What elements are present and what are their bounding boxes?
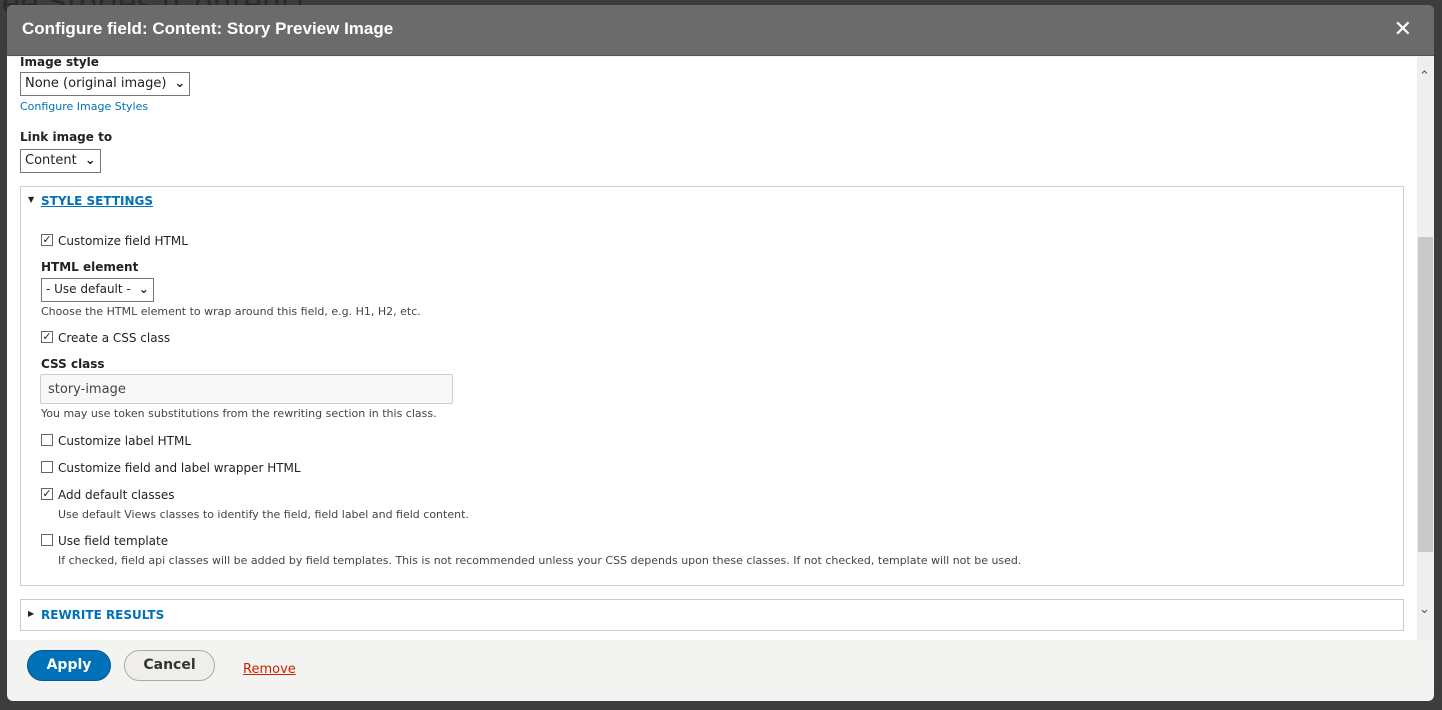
add-default-classes-description: Use default Views classes to identify th… [58,508,469,521]
html-element-value: - Use default - [46,282,131,296]
link-image-to-label: Link image to [20,130,113,144]
rewrite-results-summary[interactable]: REWRITE RESULTS [41,608,164,622]
css-class-description: You may use token substitutions from the… [41,407,437,420]
dialog-header: Configure field: Content: Story Preview … [7,5,1434,56]
html-element-select[interactable]: - Use default - ⌄ [41,278,154,302]
style-settings-summary[interactable]: STYLE SETTINGS [41,194,153,208]
remove-link[interactable]: Remove [243,662,296,677]
html-element-description: Choose the HTML element to wrap around t… [41,305,421,318]
configure-image-styles-link[interactable]: Configure Image Styles [20,100,148,113]
image-style-select[interactable]: None (original image) ⌄ [20,72,191,96]
use-field-template-checkbox[interactable] [41,534,53,546]
customize-label-html-checkbox[interactable] [41,434,53,446]
css-class-label: CSS class [41,357,105,371]
customize-field-html-label: Customize field HTML [58,234,188,248]
image-style-value: None (original image) [25,76,167,91]
image-style-label: Image style [20,57,99,69]
chevron-down-icon: ⌄ [174,76,186,91]
triangle-right-icon[interactable]: ▶ [28,609,34,618]
scroll-up-icon[interactable]: ⌃ [1419,69,1430,84]
add-default-classes-label: Add default classes [58,488,175,502]
link-image-to-select[interactable]: Content ⌄ [20,149,101,173]
dialog-title: Configure field: Content: Story Preview … [22,19,394,38]
cancel-button[interactable]: Cancel [124,650,215,681]
rewrite-results-fieldset: ▶ REWRITE RESULTS [20,599,1404,631]
link-image-to-value: Content [25,153,77,168]
add-default-classes-checkbox[interactable]: ✓ [41,488,53,500]
chevron-down-icon: ⌄ [138,282,149,296]
scroll-down-icon[interactable]: ⌄ [1419,602,1430,617]
configure-field-dialog: Configure field: Content: Story Preview … [7,5,1434,701]
customize-label-html-label: Customize label HTML [58,434,192,448]
scrollbar[interactable]: ⌃ ⌄ [1417,57,1434,640]
triangle-down-icon[interactable]: ▼ [28,195,34,204]
create-css-class-checkbox[interactable]: ✓ [41,331,53,343]
create-css-class-label: Create a CSS class [58,331,171,345]
dialog-content: Image style None (original image) ⌄ Confi… [7,57,1434,640]
close-icon[interactable]: ✕ [1394,17,1412,42]
apply-button[interactable]: Apply [27,650,111,681]
use-field-template-label: Use field template [58,534,169,548]
customize-wrapper-html-checkbox[interactable] [41,461,53,473]
customize-field-html-checkbox[interactable]: ✓ [41,234,53,246]
use-field-template-description: If checked, field api classes will be ad… [58,554,1022,567]
css-class-input[interactable]: story-image [40,374,453,404]
scrollbar-thumb[interactable] [1418,237,1433,552]
customize-wrapper-html-label: Customize field and label wrapper HTML [58,461,301,475]
chevron-down-icon: ⌄ [84,153,96,168]
html-element-label: HTML element [41,260,139,274]
